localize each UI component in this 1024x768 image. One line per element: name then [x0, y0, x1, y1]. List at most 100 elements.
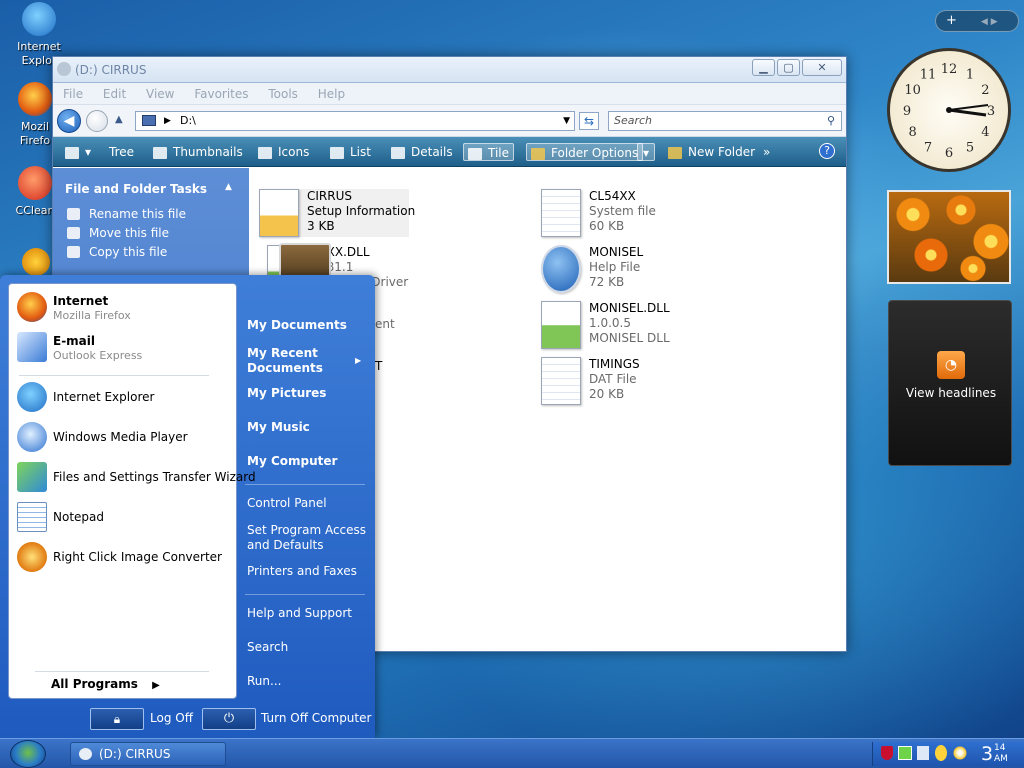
printers-faxes-link[interactable]: Printers and Faxes — [247, 564, 357, 578]
file-tile-monisel-help[interactable]: MONISEL Help File 72 KB — [541, 245, 741, 293]
power-icon: ⏻ — [202, 708, 256, 730]
menu-edit[interactable]: Edit — [103, 83, 126, 105]
menu-tools[interactable]: Tools — [268, 83, 298, 105]
toolbar-icons-button[interactable]: Icons — [258, 143, 309, 161]
toolbar-details-button[interactable]: Details — [391, 143, 453, 161]
menu-file[interactable]: File — [63, 83, 83, 105]
file-tile-partial[interactable]: ent — [375, 317, 395, 332]
toolbar-tree-button[interactable]: Tree — [109, 143, 134, 161]
file-name: CIRRUS — [307, 189, 352, 203]
clock-gadget[interactable]: 12 1 2 3 4 5 6 7 8 9 10 11 — [887, 48, 1011, 172]
volume-icon[interactable] — [917, 746, 929, 760]
my-documents-link[interactable]: My Documents — [247, 318, 347, 332]
clock-hour-hand — [948, 108, 987, 117]
computer-icon — [142, 115, 156, 126]
control-panel-link[interactable]: Control Panel — [247, 496, 327, 510]
clock-numeral: 7 — [924, 140, 932, 155]
collapse-icon[interactable]: ▲ — [225, 182, 232, 192]
icons-view-icon — [258, 146, 272, 159]
places-divider — [245, 484, 365, 485]
search-icon[interactable]: ⚲ — [827, 112, 835, 130]
refresh-icon[interactable]: ⇆ — [579, 112, 599, 130]
view-headlines-link[interactable]: View headlines — [889, 386, 1013, 400]
my-recent-documents-link[interactable]: My Recent Documents ▶ — [247, 346, 361, 376]
clock-numeral: 9 — [903, 104, 911, 119]
lock-icon: 🔒︎ — [90, 708, 144, 730]
toolbar-thumbnails-button[interactable]: Thumbnails — [153, 143, 243, 161]
feed-headlines-gadget[interactable]: ◔ View headlines — [888, 300, 1012, 466]
help-support-link[interactable]: Help and Support — [247, 606, 352, 620]
details-icon — [391, 146, 405, 159]
toolbar-tile-button[interactable]: Tile — [463, 143, 515, 161]
my-music-link[interactable]: My Music — [247, 420, 310, 434]
turn-off-button[interactable]: ⏻ Turn Off Computer — [202, 708, 372, 730]
sidebar-arrows-icon[interactable]: ◀ ▶ — [981, 17, 998, 27]
file-name: MONISEL — [589, 245, 644, 259]
toolbar-list-button[interactable]: List — [330, 143, 371, 161]
clock-numeral: 2 — [981, 83, 989, 98]
arrow-right-icon: ▶ — [152, 680, 160, 691]
maximize-button[interactable]: ▢ — [777, 59, 800, 76]
slideshow-gadget[interactable] — [887, 190, 1011, 284]
menu-view[interactable]: View — [146, 83, 174, 105]
forward-button[interactable] — [86, 110, 108, 132]
start-button[interactable] — [10, 740, 46, 768]
all-programs-label: All Programs — [51, 677, 138, 691]
run-link[interactable]: Run... — [247, 674, 281, 688]
set-program-access-link[interactable]: Set Program Access and Defaults — [247, 523, 366, 553]
toolbar-new-folder-button[interactable]: New Folder — [668, 143, 755, 161]
toolbar-folder-options-button[interactable]: Folder Options — [526, 143, 644, 161]
address-bar: ◀ ▲ ▶ D:\ ▼ ⇆ Search ⚲ — [53, 105, 846, 137]
back-button[interactable]: ◀ — [57, 109, 81, 133]
breadcrumb-arrow-icon: ▶ — [164, 116, 171, 126]
clock-numeral: 4 — [981, 125, 989, 140]
file-tile-partial-t[interactable]: T — [375, 359, 382, 374]
task-copy[interactable]: Copy this file — [53, 240, 249, 259]
pinned-internet-title: Internet — [53, 294, 109, 308]
taskbar-window-button[interactable]: (D:) CIRRUS — [70, 742, 226, 766]
minimize-button[interactable]: ▁ — [752, 59, 775, 76]
wand-icon[interactable] — [953, 746, 967, 760]
clock-hour[interactable]: 3 — [981, 744, 993, 764]
sidebar-controls[interactable]: + ◀ ▶ — [935, 10, 1019, 32]
clock-numeral: 1 — [966, 68, 974, 83]
file-tile-cl54xx[interactable]: CL54XX System file 60 KB — [541, 189, 741, 237]
my-pictures-link[interactable]: My Pictures — [247, 386, 326, 400]
file-tile-timings[interactable]: TIMINGS DAT File 20 KB — [541, 357, 741, 405]
menu-favorites[interactable]: Favorites — [194, 83, 248, 105]
task-pane-header[interactable]: File and Folder Tasks ▲ — [53, 168, 249, 196]
menu-help[interactable]: Help — [318, 83, 345, 105]
update-icon[interactable] — [935, 745, 947, 761]
dropdown-arrow-icon[interactable]: ▼ — [563, 112, 570, 130]
new-folder-icon — [668, 146, 682, 159]
gear-desktop-icon[interactable] — [22, 248, 50, 276]
all-programs-button[interactable]: All Programs ▶ — [51, 677, 160, 691]
drive-icon — [57, 62, 71, 76]
recent-program-label: Windows Media Player — [53, 430, 188, 444]
search-input[interactable]: Search ⚲ — [608, 111, 842, 131]
clock-numeral: 11 — [920, 68, 937, 83]
folder-options-dropdown[interactable]: ▾ — [637, 143, 655, 161]
media-player-icon — [17, 422, 47, 452]
pinned-email-title: E-mail — [53, 334, 96, 348]
file-tile-cirrus[interactable]: CIRRUS Setup Information 3 KB — [259, 189, 415, 237]
address-field[interactable]: ▶ D:\ ▼ — [135, 111, 575, 131]
shield-icon[interactable] — [881, 746, 893, 760]
log-off-button[interactable]: 🔒︎ Log Off — [90, 708, 200, 730]
views-button[interactable]: ▾ — [65, 143, 91, 161]
my-computer-link[interactable]: My Computer — [247, 454, 337, 468]
up-arrow-icon[interactable]: ▲ — [115, 114, 123, 125]
task-rename[interactable]: Rename this file — [53, 202, 249, 221]
clock-numeral: 12 — [941, 62, 958, 77]
network-icon[interactable] — [898, 746, 912, 760]
firefox-icon — [17, 292, 47, 322]
task-move[interactable]: Move this file — [53, 221, 249, 240]
list-label: List — [350, 145, 371, 159]
close-button[interactable]: ✕ — [802, 59, 842, 76]
search-link[interactable]: Search — [247, 640, 288, 654]
help-icon[interactable]: ? — [819, 143, 835, 159]
file-tile-monisel-dll[interactable]: MONISEL.DLL 1.0.0.5 MONISEL DLL — [541, 301, 741, 349]
toolbar-more-button[interactable]: » — [763, 143, 770, 161]
window-titlebar[interactable]: (D:) CIRRUS ▁ ▢ ✕ — [53, 57, 846, 83]
start-menu-divider — [35, 671, 209, 672]
